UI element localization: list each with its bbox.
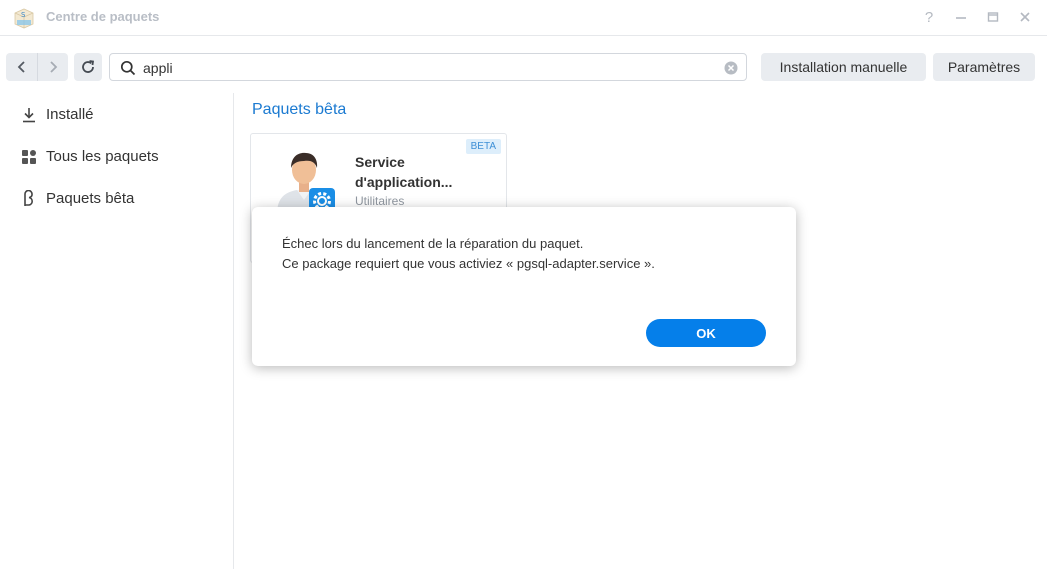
history-nav — [6, 53, 68, 81]
forward-button[interactable] — [37, 53, 68, 81]
sidebar-item-label: Installé — [46, 106, 94, 123]
sidebar-item-installed[interactable]: Installé — [0, 96, 234, 132]
package-center-icon: S — [14, 8, 34, 29]
toolbar: Installation manuelle Paramètres — [0, 53, 1047, 81]
dialog-message-line1: Échec lors du lancement de la réparation… — [282, 236, 584, 251]
refresh-icon — [82, 60, 95, 73]
ok-button[interactable]: OK — [646, 319, 766, 347]
beta-badge: BETA — [465, 139, 501, 154]
search-box[interactable] — [109, 53, 747, 81]
package-name: Service d'application... — [355, 152, 485, 192]
maximize-icon[interactable] — [985, 8, 1001, 26]
sidebar-item-label: Tous les paquets — [46, 148, 159, 165]
help-icon[interactable]: ? — [921, 8, 937, 26]
title-bar: S Centre de paquets ? — [0, 0, 1047, 36]
sidebar-item-all-packages[interactable]: Tous les paquets — [0, 138, 234, 174]
package-app-icon — [277, 152, 335, 214]
section-title: Paquets bêta — [252, 101, 347, 118]
sidebar-item-label: Paquets bêta — [46, 190, 135, 207]
back-button[interactable] — [6, 53, 37, 81]
manual-install-button[interactable]: Installation manuelle — [761, 53, 926, 81]
error-dialog: Échec lors du lancement de la réparation… — [252, 207, 796, 366]
beta-icon — [20, 190, 37, 207]
sidebar: Installé Tous les paquets Paquets bêta — [0, 93, 234, 569]
minimize-icon[interactable] — [953, 8, 969, 26]
chevron-right-icon — [50, 61, 58, 73]
package-name-line2: d'application... — [355, 174, 453, 190]
dialog-message: Échec lors du lancement de la réparation… — [282, 234, 655, 274]
window-title: Centre de paquets — [46, 9, 160, 24]
sidebar-item-beta-packages[interactable]: Paquets bêta — [0, 180, 234, 216]
search-icon — [120, 60, 136, 76]
download-icon — [20, 106, 37, 123]
package-name-line1: Service — [355, 154, 405, 170]
refresh-button[interactable] — [74, 53, 102, 81]
dialog-message-line2: Ce package requiert que vous activiez « … — [282, 256, 655, 271]
svg-text:S: S — [21, 11, 26, 19]
package-category: Utilitaires — [355, 194, 405, 208]
search-input[interactable] — [143, 58, 713, 77]
close-icon[interactable] — [1017, 8, 1033, 26]
grid-icon — [20, 148, 37, 165]
clear-search-icon[interactable] — [724, 61, 738, 75]
settings-button[interactable]: Paramètres — [933, 53, 1035, 81]
chevron-left-icon — [17, 61, 25, 73]
